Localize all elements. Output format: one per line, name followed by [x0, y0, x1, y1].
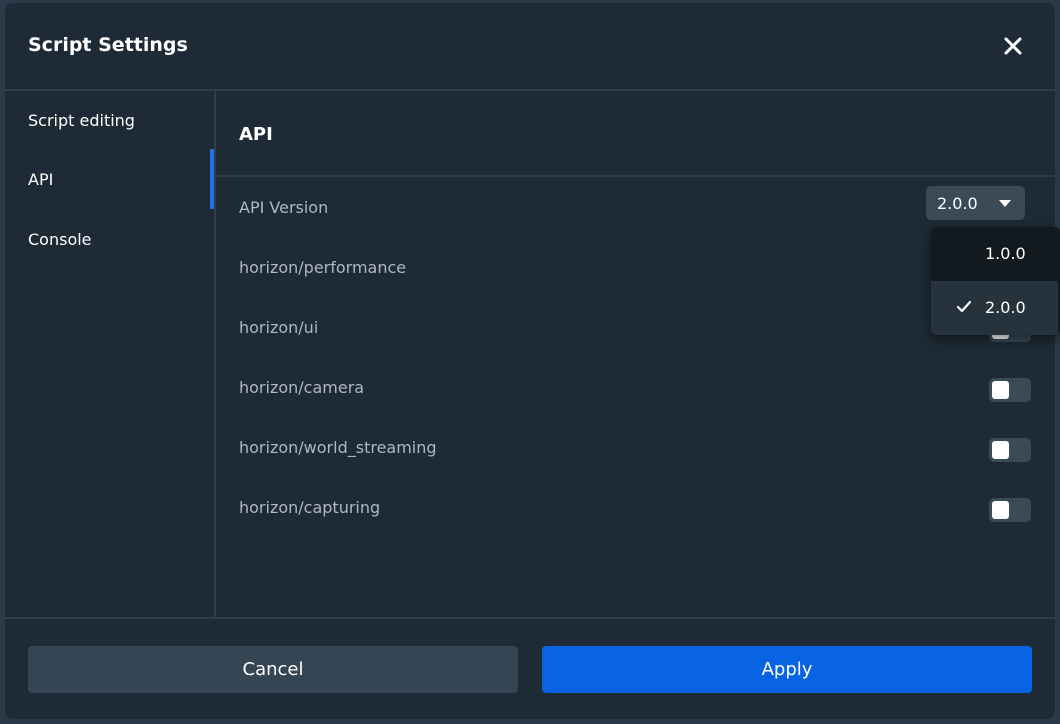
- toggle-knob: [992, 441, 1009, 459]
- section-title: API: [239, 124, 273, 145]
- api-version-selected-value: 2.0.0: [937, 194, 978, 213]
- api-settings-panel: API API Version horizon/performance hori…: [216, 91, 1055, 617]
- dialog-header: Script Settings: [5, 3, 1055, 91]
- close-button[interactable]: [998, 31, 1028, 61]
- caret-down-icon: [999, 200, 1011, 207]
- check-icon: [957, 301, 971, 313]
- module-label-world-streaming: horizon/world_streaming: [239, 438, 437, 457]
- toggle-knob: [992, 501, 1009, 519]
- dropdown-option-label: 1.0.0: [985, 244, 1026, 263]
- sidebar-item-console[interactable]: Console: [28, 230, 92, 249]
- settings-sidebar: Script editing API Console: [5, 91, 216, 617]
- module-label-capturing: horizon/capturing: [239, 498, 381, 517]
- toggle-knob: [992, 381, 1009, 399]
- dropdown-option-2-0-0[interactable]: 2.0.0: [931, 281, 1058, 335]
- toggle-camera[interactable]: [989, 378, 1031, 402]
- close-icon: [1004, 37, 1022, 55]
- apply-button[interactable]: Apply: [542, 646, 1032, 693]
- api-version-label: API Version: [239, 198, 329, 217]
- api-version-dropdown: 1.0.0 2.0.0: [931, 227, 1060, 335]
- module-label-performance: horizon/performance: [239, 258, 407, 277]
- toggle-world-streaming[interactable]: [989, 438, 1031, 462]
- dialog-title: Script Settings: [28, 34, 188, 56]
- module-label-ui: horizon/ui: [239, 318, 319, 337]
- section-divider: [216, 175, 1055, 177]
- api-version-select[interactable]: 2.0.0: [926, 186, 1025, 220]
- sidebar-active-indicator: [210, 149, 214, 209]
- sidebar-item-api[interactable]: API: [28, 170, 53, 189]
- module-label-camera: horizon/camera: [239, 378, 365, 397]
- dropdown-option-1-0-0[interactable]: 1.0.0: [931, 227, 1058, 281]
- toggle-capturing[interactable]: [989, 498, 1031, 522]
- cancel-button[interactable]: Cancel: [28, 646, 518, 693]
- sidebar-item-script-editing[interactable]: Script editing: [28, 111, 135, 130]
- dialog-footer: Cancel Apply: [5, 617, 1055, 719]
- script-settings-dialog: Script Settings Script editing API Conso…: [5, 3, 1055, 719]
- dropdown-option-label: 2.0.0: [985, 298, 1026, 317]
